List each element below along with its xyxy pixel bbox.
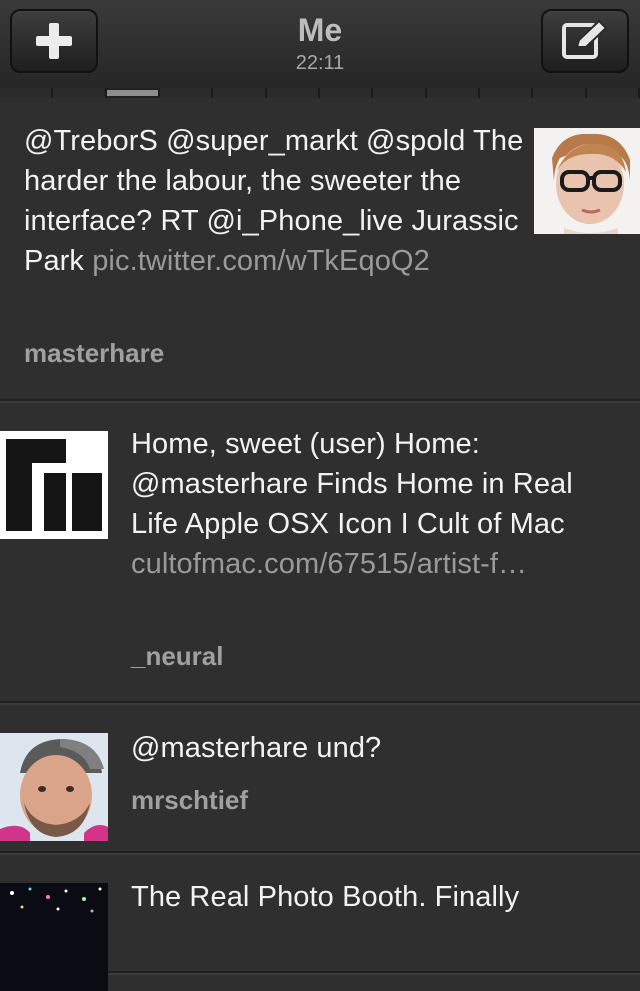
page-dot	[533, 88, 587, 98]
tweet-item[interactable]: @masterhare und? mrschtief	[0, 703, 640, 853]
page-dot	[319, 88, 374, 98]
tweet-author: masterhare	[24, 338, 165, 368]
page-dot	[0, 88, 54, 98]
page-dot-active	[106, 90, 160, 96]
page-dot	[479, 88, 534, 98]
avatar[interactable]	[0, 883, 108, 991]
avatar[interactable]	[0, 431, 108, 539]
tweet-link[interactable]: cultofmac.com/67515/artist-f…	[131, 548, 527, 580]
page-dot	[213, 88, 267, 98]
tweet-item[interactable]: The Real Photo Booth. Finally	[0, 853, 640, 991]
avatar[interactable]	[534, 128, 640, 234]
avatar-image	[0, 733, 108, 841]
tweet-text: The Real Photo Booth. Finally	[131, 877, 615, 917]
tweet-list: @TreborS @super_markt @spold The harder …	[0, 98, 640, 991]
avatar-image	[0, 883, 108, 991]
tweet-item[interactable]: @TreborS @super_markt @spold The harder …	[0, 98, 640, 401]
tweet-author: _neural	[131, 641, 224, 671]
compose-icon	[562, 19, 608, 59]
avatar-image	[534, 128, 640, 234]
compose-button[interactable]	[541, 9, 629, 73]
navigation-bar: Me 22:11	[0, 0, 640, 88]
tweet-text: @masterhare und?	[131, 728, 615, 768]
tweet-author: mrschtief	[131, 785, 249, 815]
tweet-body: @masterhare und?	[131, 732, 382, 764]
page-dot	[159, 88, 214, 98]
page-indicator	[0, 88, 640, 98]
page-dot	[426, 88, 480, 98]
tweet-body: The Real Photo Booth. Finally	[131, 881, 520, 913]
page-dot	[586, 88, 640, 98]
page-dot	[373, 88, 427, 98]
tweet-link[interactable]: pic.twitter.com/wTkEqoQ2	[92, 245, 430, 277]
avatar[interactable]	[0, 733, 108, 841]
page-dot	[266, 88, 320, 98]
tweet-text: @TreborS @super_markt @spold The harder …	[24, 121, 524, 281]
tweet-body: Home, sweet (user) Home: @masterhare Fin…	[131, 428, 573, 540]
avatar-image	[0, 431, 108, 539]
tweet-text: Home, sweet (user) Home: @masterhare Fin…	[131, 424, 615, 584]
tweet-item[interactable]: Home, sweet (user) Home: @masterhare Fin…	[0, 401, 640, 703]
page-dot	[53, 88, 107, 98]
